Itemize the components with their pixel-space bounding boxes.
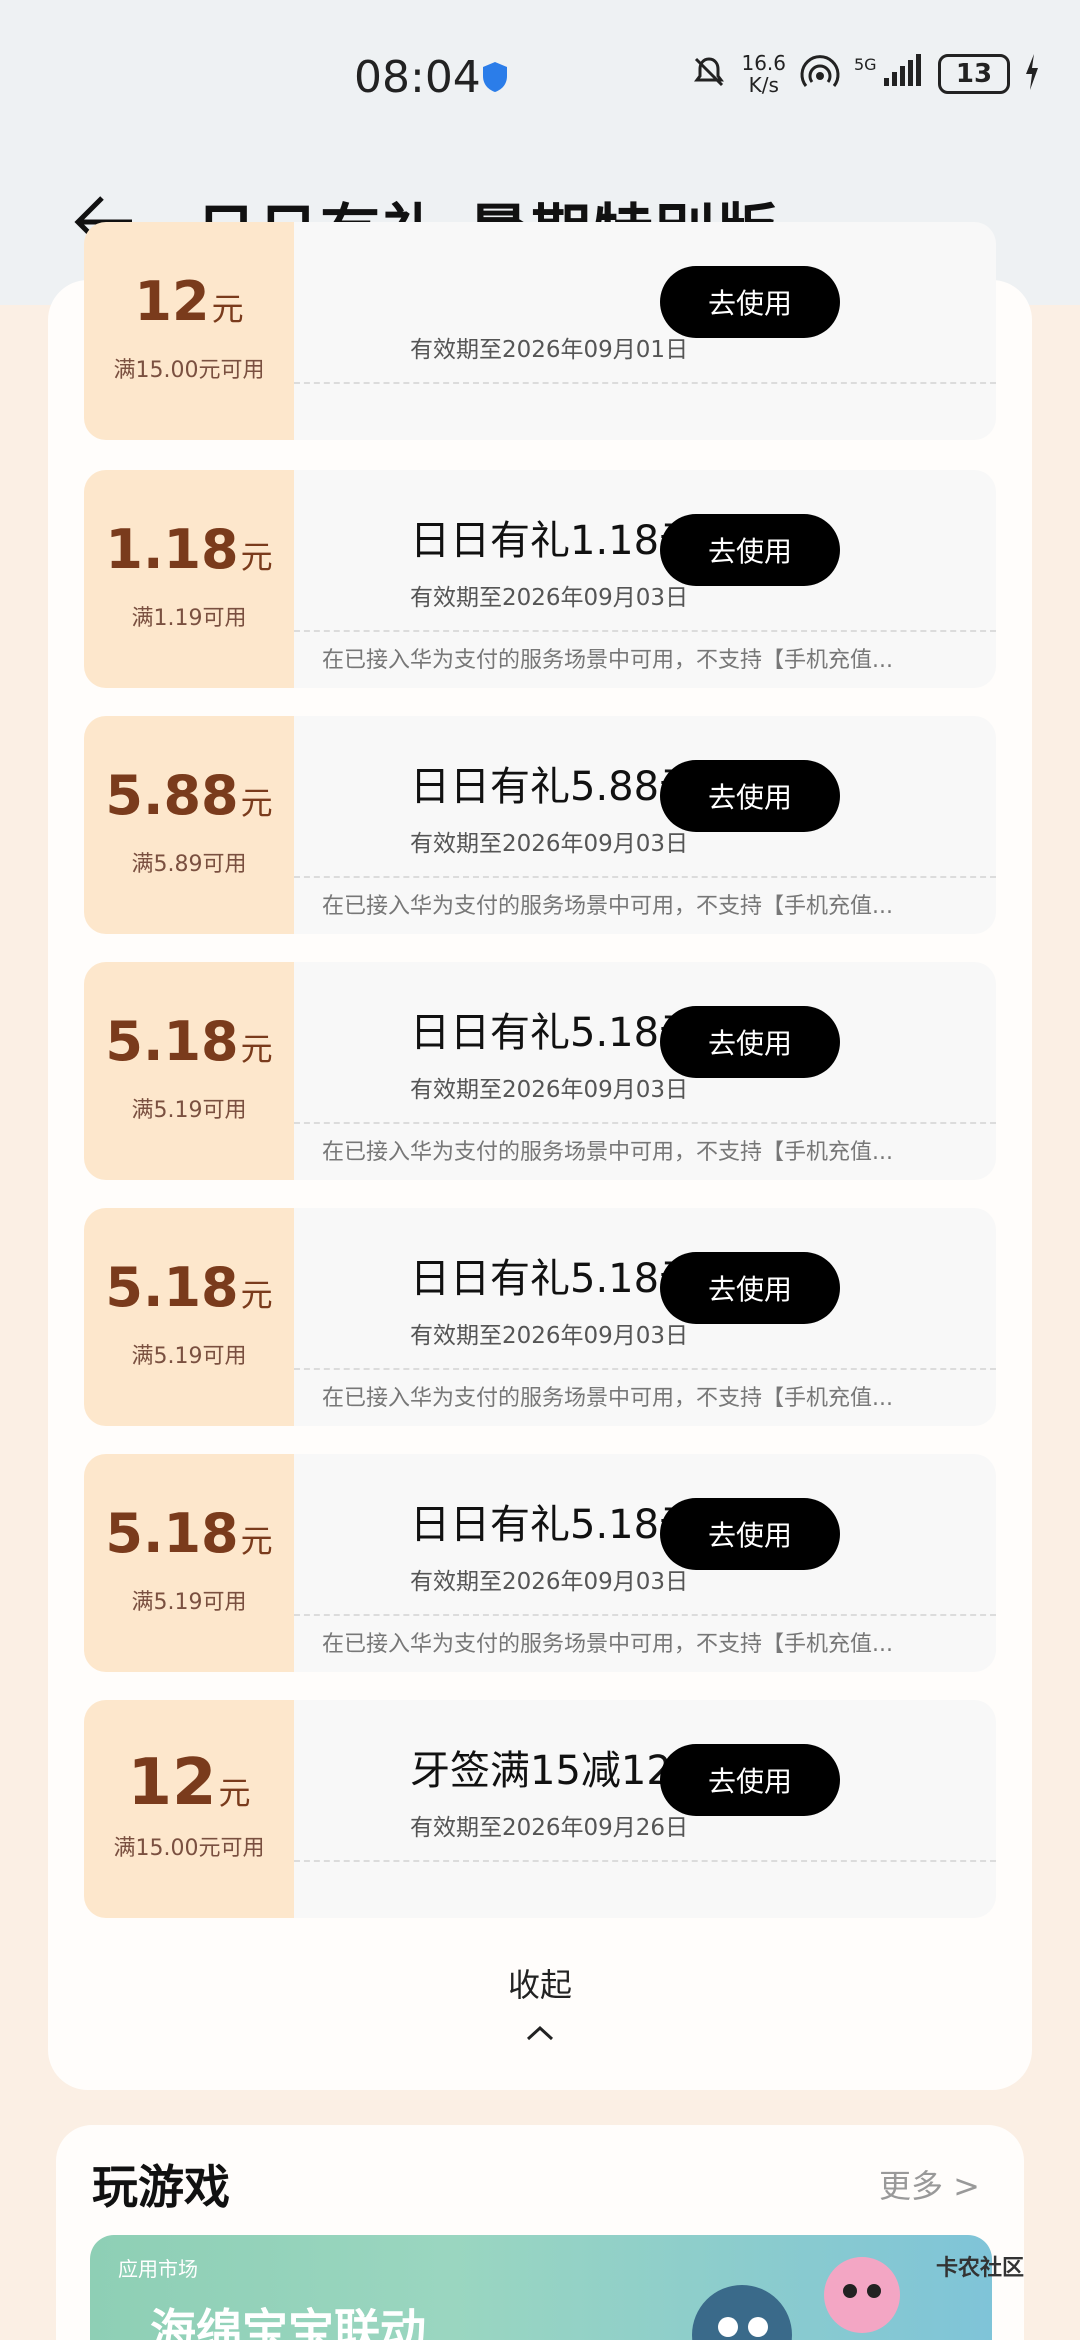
collapse-button[interactable]: 收起 [480, 1960, 600, 2050]
coupon-amount-unit: 元 [240, 1030, 273, 1068]
coupon-divider [294, 1614, 996, 1616]
coupon-amount-value: 5.88 [105, 764, 239, 827]
coupon-amount-panel: 12元 满15.00元可用 [84, 1700, 294, 1918]
coupon-amount-value: 12 [134, 270, 210, 333]
coupon-amount: 1.18元 [84, 518, 294, 581]
coupon-detail-panel: 牙签满15减12元i 有效期至2026年09月26日 [294, 1700, 996, 1918]
coupon-min-spend: 满15.00元可用 [113, 1836, 265, 1861]
coupon-amount-panel: 5.18元 满5.19可用 [84, 1454, 294, 1672]
coupon-amount-value: 5.18 [105, 1010, 239, 1073]
coupon-divider [294, 1122, 996, 1124]
coupon-amount: 5.18元 [84, 1010, 294, 1073]
shield-icon [480, 60, 510, 98]
coupon-divider [294, 630, 996, 632]
use-coupon-button[interactable]: 去使用 [660, 1744, 840, 1816]
status-time: 08:04 [354, 52, 481, 103]
coupon-description: 在已接入华为支付的服务场景中可用，不支持【手机充值... [322, 894, 893, 919]
coupon-amount: 12元 [84, 1746, 294, 1820]
coupon-min-spend: 满5.89可用 [131, 852, 247, 877]
coupon-amount-panel: 5.18元 满5.19可用 [84, 1208, 294, 1426]
coupon-min-spend: 满5.19可用 [131, 1344, 247, 1369]
use-coupon-button[interactable]: 去使用 [660, 1006, 840, 1078]
hotspot-icon [800, 54, 840, 94]
coupon-item: 5.18元 满5.19可用 日日有礼5.18元券i 有效期至2026年09月03… [84, 962, 996, 1180]
use-coupon-button[interactable]: 去使用 [660, 760, 840, 832]
coupon-expiry: 有效期至2026年09月03日 [410, 585, 689, 611]
coupon-detail-panel: 有效期至2026年09月01日 [294, 222, 996, 440]
coupon-description: 在已接入华为支付的服务场景中可用，不支持【手机充值... [322, 1386, 893, 1411]
games-section: 玩游戏 更多 > 应用市场 海绵宝宝联动 [56, 2125, 1024, 2340]
chevron-up-icon [480, 2012, 600, 2050]
coupon-expiry: 有效期至2026年09月26日 [410, 1815, 689, 1841]
coupon-amount-value: 5.18 [105, 1502, 239, 1565]
coupon-amount-value: 1.18 [105, 518, 239, 581]
coupon-amount-value: 5.18 [105, 1256, 239, 1319]
coupon-item: 5.18元 满5.19可用 日日有礼5.18元券i 有效期至2026年09月03… [84, 1208, 996, 1426]
banner-character-art [662, 2245, 962, 2340]
use-coupon-button[interactable]: 去使用 [660, 1498, 840, 1570]
use-coupon-button[interactable]: 去使用 [660, 1252, 840, 1324]
coupon-amount-panel: 1.18元 满1.19可用 [84, 470, 294, 688]
coupon-amount-panel: 12元 满15.00元可用 [84, 222, 294, 440]
coupon-amount-unit: 元 [218, 1774, 251, 1812]
coupon-amount: 12元 [84, 270, 294, 333]
mute-bell-icon [691, 54, 727, 94]
coupon-amount-unit: 元 [240, 538, 273, 576]
coupon-expiry: 有效期至2026年09月03日 [410, 1077, 689, 1103]
coupon-detail-panel: 日日有礼1.18元券i 有效期至2026年09月03日 在已接入华为支付的服务场… [294, 470, 996, 688]
collapse-label: 收起 [507, 1966, 572, 2004]
more-link[interactable]: 更多 > [879, 2161, 980, 2207]
coupon-item: 12元 满15.00元可用 有效期至2026年09月01日 去使用 [84, 222, 996, 440]
coupon-amount-unit: 元 [240, 1522, 273, 1560]
coupon-item: 1.18元 满1.19可用 日日有礼1.18元券i 有效期至2026年09月03… [84, 470, 996, 688]
coupon-expiry: 有效期至2026年09月01日 [410, 337, 689, 363]
banner-headline: 海绵宝宝联动 [150, 2304, 426, 2340]
coupon-amount-unit: 元 [240, 1276, 273, 1314]
coupon-detail-panel: 日日有礼5.88元券i 有效期至2026年09月03日 在已接入华为支付的服务场… [294, 716, 996, 934]
coupon-item: 5.18元 满5.19可用 日日有礼5.18元券i 有效期至2026年09月03… [84, 1454, 996, 1672]
banner-tag: 应用市场 [118, 2257, 198, 2281]
coupon-divider [294, 1860, 996, 1862]
coupon-item: 5.88元 满5.89可用 日日有礼5.88元券i 有效期至2026年09月03… [84, 716, 996, 934]
status-bar: 08:04 16.6 K/s 5G 13 [0, 0, 1080, 150]
coupon-divider [294, 876, 996, 878]
game-banner[interactable]: 应用市场 海绵宝宝联动 [90, 2235, 992, 2340]
coupon-amount-panel: 5.18元 满5.19可用 [84, 962, 294, 1180]
section-title: 玩游戏 [92, 2160, 230, 2214]
watermark-logo: 卡农社区 [935, 2256, 1024, 2281]
signal-5g-icon: 5G [854, 54, 924, 94]
coupon-item: 12元 满15.00元可用 牙签满15减12元i 有效期至2026年09月26日… [84, 1700, 996, 1918]
coupon-amount: 5.88元 [84, 764, 294, 827]
network-speed: 16.6 K/s [741, 52, 786, 96]
coupon-amount-unit: 元 [240, 784, 273, 822]
battery-indicator: 13 [938, 54, 1010, 94]
coupon-amount-panel: 5.88元 满5.89可用 [84, 716, 294, 934]
coupon-description: 在已接入华为支付的服务场景中可用，不支持【手机充值... [322, 1140, 893, 1165]
coupon-description: 在已接入华为支付的服务场景中可用，不支持【手机充值... [322, 1632, 893, 1657]
status-icons: 16.6 K/s 5G 13 [691, 52, 1040, 96]
coupon-description: 在已接入华为支付的服务场景中可用，不支持【手机充值... [322, 648, 893, 673]
charging-icon [1024, 54, 1040, 94]
coupon-min-spend: 满5.19可用 [131, 1590, 247, 1615]
coupon-amount-unit: 元 [211, 290, 244, 328]
coupon-detail-panel: 日日有礼5.18元券i 有效期至2026年09月03日 在已接入华为支付的服务场… [294, 1208, 996, 1426]
speed-value: 16.6 [741, 51, 786, 75]
coupon-amount: 5.18元 [84, 1502, 294, 1565]
use-coupon-button[interactable]: 去使用 [660, 514, 840, 586]
coupon-expiry: 有效期至2026年09月03日 [410, 831, 689, 857]
coupon-amount-value: 12 [127, 1746, 217, 1820]
coupon-min-spend: 满1.19可用 [131, 606, 247, 631]
speed-unit: K/s [748, 73, 779, 97]
coupon-divider [294, 1368, 996, 1370]
coupon-detail-panel: 日日有礼5.18元券i 有效期至2026年09月03日 在已接入华为支付的服务场… [294, 1454, 996, 1672]
coupon-expiry: 有效期至2026年09月03日 [410, 1569, 689, 1595]
coupon-min-spend: 满5.19可用 [131, 1098, 247, 1123]
use-coupon-button[interactable]: 去使用 [660, 266, 840, 338]
svg-text:5G: 5G [854, 55, 877, 74]
coupon-amount: 5.18元 [84, 1256, 294, 1319]
coupon-detail-panel: 日日有礼5.18元券i 有效期至2026年09月03日 在已接入华为支付的服务场… [294, 962, 996, 1180]
coupon-divider [294, 382, 996, 384]
coupon-expiry: 有效期至2026年09月03日 [410, 1323, 689, 1349]
coupon-min-spend: 满15.00元可用 [113, 358, 265, 383]
